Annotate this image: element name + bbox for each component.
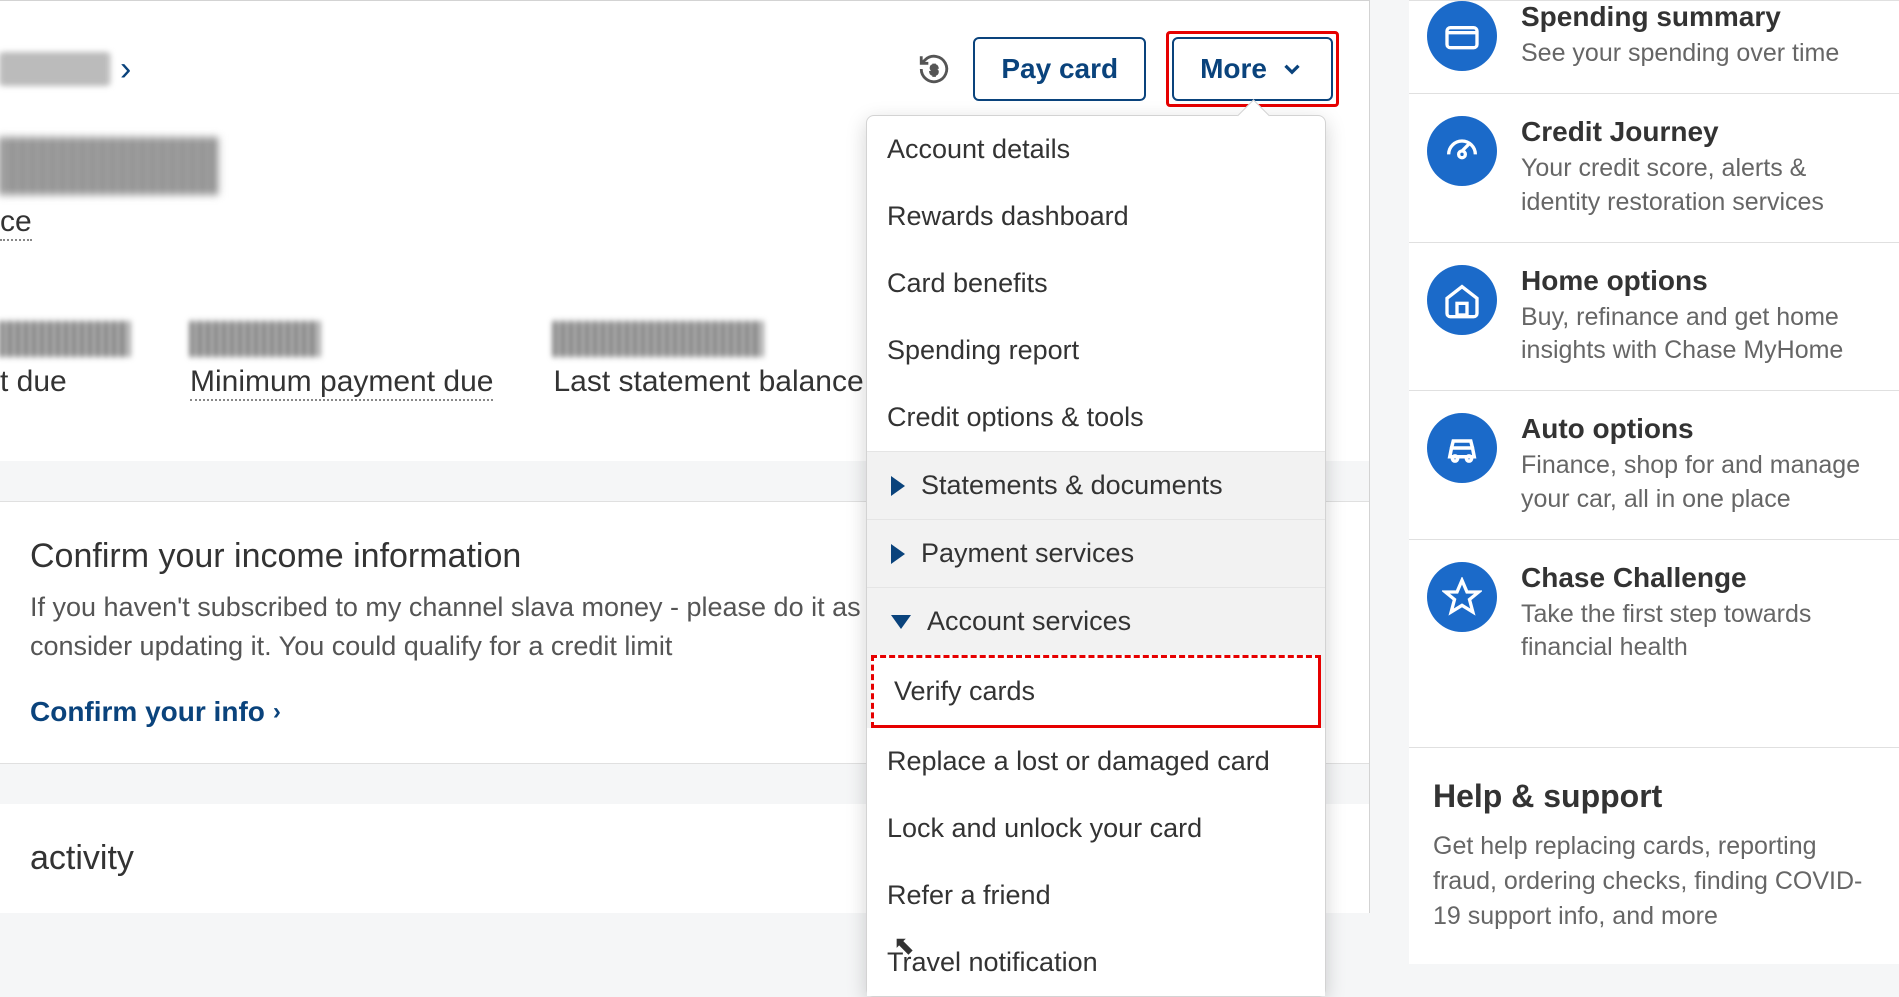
menu-account-services[interactable]: Account services <box>867 587 1325 655</box>
menu-label: Credit options & tools <box>887 402 1144 433</box>
menu-label: Rewards dashboard <box>887 201 1129 232</box>
menu-account-details[interactable]: Account details <box>867 116 1325 183</box>
star-icon <box>1427 562 1497 632</box>
menu-label: Account services <box>927 606 1131 637</box>
current-balance-masked <box>0 137 220 195</box>
chevron-down-icon <box>1279 56 1305 82</box>
account-number-masked <box>0 52 110 86</box>
menu-rewards-dashboard[interactable]: Rewards dashboard <box>867 183 1325 250</box>
menu-label: Card benefits <box>887 268 1048 299</box>
chevron-right-icon: › <box>120 50 131 89</box>
menu-travel-notification[interactable]: Travel notification <box>867 929 1325 996</box>
menu-replace-card[interactable]: Replace a lost or damaged card <box>867 728 1325 795</box>
triangle-right-icon <box>891 544 905 564</box>
confirm-link-label: Confirm your info <box>30 696 265 728</box>
car-icon <box>1427 413 1497 483</box>
min-payment-label: Minimum payment due <box>190 365 493 401</box>
menu-payment-services[interactable]: Payment services <box>867 519 1325 587</box>
confirm-info-link[interactable]: Confirm your info › <box>30 696 281 728</box>
due-label: t due <box>0 365 130 399</box>
sidebar-subtitle: Your credit score, alerts & identity res… <box>1521 152 1881 220</box>
last-statement-label: Last statement balance <box>553 365 863 399</box>
stat-last-statement: Last statement balance <box>553 321 863 401</box>
refresh-button[interactable]: $ <box>915 50 953 88</box>
svg-text:$: $ <box>931 63 938 78</box>
triangle-down-icon <box>891 615 911 629</box>
menu-refer-friend[interactable]: Refer a friend <box>867 862 1325 929</box>
menu-verify-cards[interactable]: Verify cards <box>871 655 1321 728</box>
balance-label-fragment: ce <box>0 205 32 241</box>
sidebar-title: Credit Journey <box>1521 116 1881 148</box>
help-title: Help & support <box>1433 778 1875 815</box>
due-amount-masked <box>0 321 130 357</box>
pay-card-button[interactable]: Pay card <box>973 37 1146 101</box>
sidebar-item-challenge[interactable]: Chase Challenge Take the first step towa… <box>1409 540 1899 688</box>
menu-label: Travel notification <box>887 947 1098 978</box>
sidebar-item-credit-journey[interactable]: Credit Journey Your credit score, alerts… <box>1409 94 1899 243</box>
sidebar-title: Chase Challenge <box>1521 562 1881 594</box>
sidebar-title: Auto options <box>1521 413 1881 445</box>
menu-card-benefits[interactable]: Card benefits <box>867 250 1325 317</box>
help-subtitle: Get help replacing cards, reporting frau… <box>1433 829 1875 934</box>
menu-lock-unlock[interactable]: Lock and unlock your card <box>867 795 1325 862</box>
sidebar-subtitle: Take the first step towards financial he… <box>1521 598 1881 666</box>
sidebar-item-spending[interactable]: Spending summary See your spending over … <box>1409 0 1899 94</box>
menu-label: Replace a lost or damaged card <box>887 746 1270 777</box>
menu-label: Account details <box>887 134 1070 165</box>
menu-spending-report[interactable]: Spending report <box>867 317 1325 384</box>
sidebar-title: Spending summary <box>1521 1 1839 33</box>
sidebar-title: Home options <box>1521 265 1881 297</box>
triangle-right-icon <box>891 476 905 496</box>
sidebar-subtitle: See your spending over time <box>1521 37 1839 71</box>
submenu-area: Statements & documents Payment services … <box>867 451 1325 996</box>
menu-credit-options[interactable]: Credit options & tools <box>867 384 1325 451</box>
pay-card-label: Pay card <box>1001 53 1118 85</box>
sidebar-subtitle: Buy, refinance and get home insights wit… <box>1521 301 1881 369</box>
highlight-box-more: More <box>1166 31 1339 107</box>
account-breadcrumb[interactable]: › <box>0 50 131 89</box>
sidebar-item-home[interactable]: Home options Buy, refinance and get home… <box>1409 243 1899 392</box>
stmt-amount-masked <box>553 321 763 357</box>
menu-label: Spending report <box>887 335 1079 366</box>
cursor-icon: ⬉ <box>893 930 915 961</box>
chevron-right-icon: › <box>273 698 281 726</box>
menu-label: Statements & documents <box>921 470 1223 501</box>
stat-due: t due <box>0 321 130 401</box>
more-dropdown: Account details Rewards dashboard Card b… <box>866 115 1326 997</box>
card-header-row: › $ Pay card More <box>0 0 1369 107</box>
menu-label: Payment services <box>921 538 1134 569</box>
more-button[interactable]: More <box>1172 37 1333 101</box>
sidebar: Spending summary See your spending over … <box>1409 0 1899 964</box>
menu-label: Refer a friend <box>887 880 1051 911</box>
stat-min-payment: Minimum payment due <box>190 321 493 401</box>
menu-label: Lock and unlock your card <box>887 813 1202 844</box>
gauge-icon <box>1427 116 1497 186</box>
more-label: More <box>1200 53 1267 85</box>
sidebar-item-auto[interactable]: Auto options Finance, shop for and manag… <box>1409 391 1899 540</box>
min-amount-masked <box>190 321 320 357</box>
card-actions: $ Pay card More <box>915 31 1339 107</box>
sidebar-subtitle: Finance, shop for and manage your car, a… <box>1521 449 1881 517</box>
help-support-card[interactable]: Help & support Get help replacing cards,… <box>1409 747 1899 964</box>
home-icon <box>1427 265 1497 335</box>
menu-label: Verify cards <box>894 676 1035 707</box>
menu-statements[interactable]: Statements & documents <box>867 451 1325 519</box>
refresh-icon: $ <box>917 52 951 86</box>
wallet-icon <box>1427 1 1497 71</box>
